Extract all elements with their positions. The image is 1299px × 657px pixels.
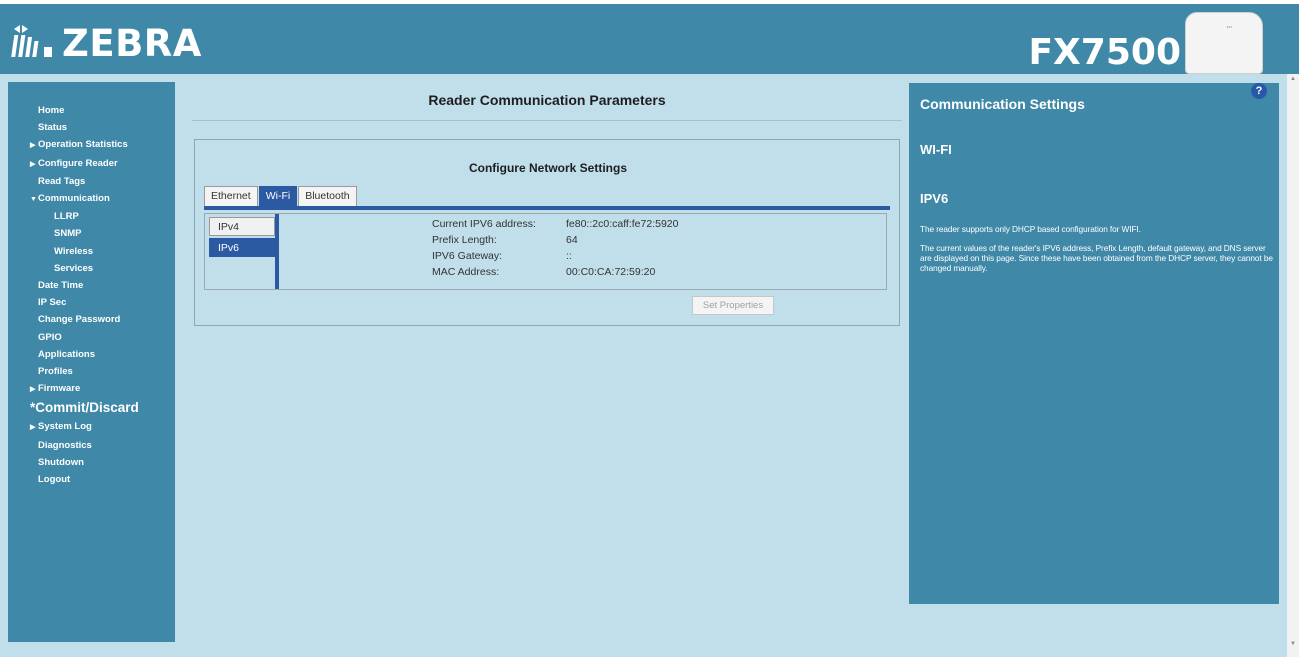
sidebar-item-label: Services [54, 262, 94, 274]
page-scrollbar[interactable]: ▲ ▼ [1287, 74, 1299, 657]
sidebar-item-firmware[interactable]: ▶ Firmware [30, 380, 175, 398]
ip-version-tabs: IPv4 IPv6 [209, 217, 275, 287]
app-header: ZEBRA FX7500 ''' [0, 4, 1299, 74]
help-paragraph: The current values of the reader's IPV6 … [920, 243, 1273, 273]
sidebar-item-commit-discard[interactable]: *Commit/Discard [30, 398, 175, 418]
sidebar-item-read-tags[interactable]: Read Tags [30, 173, 175, 190]
sidebar-item-ip-sec[interactable]: IP Sec [30, 294, 175, 311]
sidebar-item-label: Operation Statistics [38, 139, 128, 151]
help-title: Communication Settings [920, 96, 1085, 112]
help-icon[interactable]: ? [1251, 83, 1267, 99]
network-settings-panel: Configure Network Settings Ethernet Wi-F… [194, 139, 900, 326]
help-panel: ? Communication Settings WI-FI IPV6 The … [909, 83, 1279, 604]
sidebar-item-label: *Commit/Discard [30, 400, 139, 416]
sidebar-item-label: Applications [38, 348, 96, 360]
sidebar-item-label: Wireless [54, 245, 93, 257]
page-body: Home Status ▶ Operation Statistics ▶ Confi… [0, 74, 1299, 657]
sidebar-item-status[interactable]: Status [30, 119, 175, 136]
sidebar-item-date-time[interactable]: Date Time [30, 277, 175, 294]
field-value: fe80::2c0:caff:fe72:5920 [566, 218, 679, 230]
sidebar-item-label: SNMP [54, 228, 82, 240]
sidebar-item-label: Date Time [38, 280, 84, 292]
sidebar-item-label: Home [38, 105, 65, 116]
zebra-logo[interactable]: ZEBRA [10, 21, 202, 65]
sidebar-item-system-log[interactable]: ▶ System Log [30, 418, 175, 436]
subtab-divider [275, 214, 279, 289]
brand-name: ZEBRA [62, 21, 202, 65]
ip-settings-panel: IPv4 IPv6 Current IPV6 address: fe80::2c0… [204, 213, 887, 290]
field-label: Current IPV6 address: [432, 218, 536, 230]
sidebar-item-label: Change Password [38, 314, 121, 326]
tab-wifi[interactable]: Wi-Fi [258, 186, 298, 206]
collapse-arrow-icon: ▼ [30, 196, 37, 204]
expand-arrow-icon: ▶ [30, 424, 36, 432]
product-name: FX7500 [1028, 32, 1181, 73]
field-value: :: [566, 250, 572, 262]
help-section-ipv6: IPV6 [920, 191, 949, 206]
expand-arrow-icon: ▶ [30, 160, 36, 168]
sidebar-item-label: IP Sec [38, 297, 67, 309]
field-ipv6-gateway: IPV6 Gateway::: [432, 250, 572, 262]
sidebar-item-label: Shutdown [38, 456, 84, 468]
sidebar-item-change-password[interactable]: Change Password [30, 311, 175, 328]
title-divider [192, 120, 902, 121]
sidebar-item-label: Communication [38, 193, 110, 205]
sidebar-item-home[interactable]: Home [30, 102, 175, 119]
sidebar-item-shutdown[interactable]: Shutdown [30, 454, 175, 471]
field-prefix-length: Prefix Length: 64 [432, 234, 578, 246]
sidebar-item-label: Status [38, 122, 68, 134]
field-value: 00:C0:CA:72:59:20 [566, 266, 656, 278]
help-section-wifi: WI-FI [920, 142, 952, 157]
sidebar-item-label: Profiles [38, 366, 73, 378]
sidebar-item-operation-statistics[interactable]: ▶ Operation Statistics [30, 136, 175, 154]
sidebar-item-services[interactable]: Services [30, 260, 175, 277]
sidebar-item-logout[interactable]: Logout [30, 471, 175, 488]
sidebar-item-label: Logout [38, 474, 71, 486]
sidebar-item-snmp[interactable]: SNMP [30, 225, 175, 242]
device-marking: ''' [1226, 25, 1232, 33]
sidebar-item-llrp[interactable]: LLRP [30, 208, 175, 225]
sidebar-item-label: LLRP [54, 211, 79, 223]
sidebar-item-applications[interactable]: Applications [30, 346, 175, 363]
sidebar-item-wireless[interactable]: Wireless [30, 243, 175, 260]
zebra-head-icon [10, 23, 56, 63]
sidebar-item-configure-reader[interactable]: ▶ Configure Reader [30, 155, 175, 173]
expand-arrow-icon: ▶ [30, 386, 36, 394]
sidebar-item-gpio[interactable]: GPIO [30, 329, 175, 346]
sidebar-item-profiles[interactable]: Profiles [30, 363, 175, 380]
tab-underline [204, 206, 890, 210]
sidebar-item-label: Diagnostics [38, 439, 92, 451]
field-mac-address: MAC Address: 00:C0:CA:72:59:20 [432, 266, 655, 278]
subtab-ipv6[interactable]: IPv6 [209, 238, 275, 257]
field-value: 64 [566, 234, 578, 246]
sidebar-nav: Home Status ▶ Operation Statistics ▶ Confi… [8, 82, 175, 642]
subtab-ipv4[interactable]: IPv4 [209, 217, 275, 236]
sidebar-item-communication[interactable]: ▼Communication [30, 190, 175, 208]
rfid-reader-device-icon: ''' [1185, 12, 1263, 74]
sidebar-item-label: GPIO [38, 331, 62, 343]
set-properties-button[interactable]: Set Properties [692, 296, 774, 315]
help-paragraph: The reader supports only DHCP based conf… [920, 224, 1141, 234]
sidebar-item-label: System Log [38, 421, 92, 433]
expand-arrow-icon: ▶ [30, 142, 36, 150]
network-tabs: Ethernet Wi-Fi Bluetooth [204, 186, 358, 206]
field-label: MAC Address: [432, 266, 500, 278]
sidebar-item-diagnostics[interactable]: Diagnostics [30, 437, 175, 454]
scroll-down-icon[interactable]: ▼ [1290, 641, 1296, 647]
page-title: Reader Communication Parameters [428, 92, 666, 108]
section-title: Configure Network Settings [468, 161, 627, 175]
tab-bluetooth[interactable]: Bluetooth [298, 186, 357, 206]
sidebar-item-label: Read Tags [38, 175, 86, 187]
tab-ethernet[interactable]: Ethernet [204, 186, 258, 206]
field-ipv6-address: Current IPV6 address: fe80::2c0:caff:fe72… [432, 218, 678, 230]
field-label: Prefix Length: [432, 234, 497, 246]
field-label: IPV6 Gateway: [432, 250, 503, 262]
sidebar-item-label: Firmware [38, 383, 81, 395]
sidebar-item-label: Configure Reader [38, 157, 118, 169]
scroll-up-icon[interactable]: ▲ [1290, 76, 1296, 82]
